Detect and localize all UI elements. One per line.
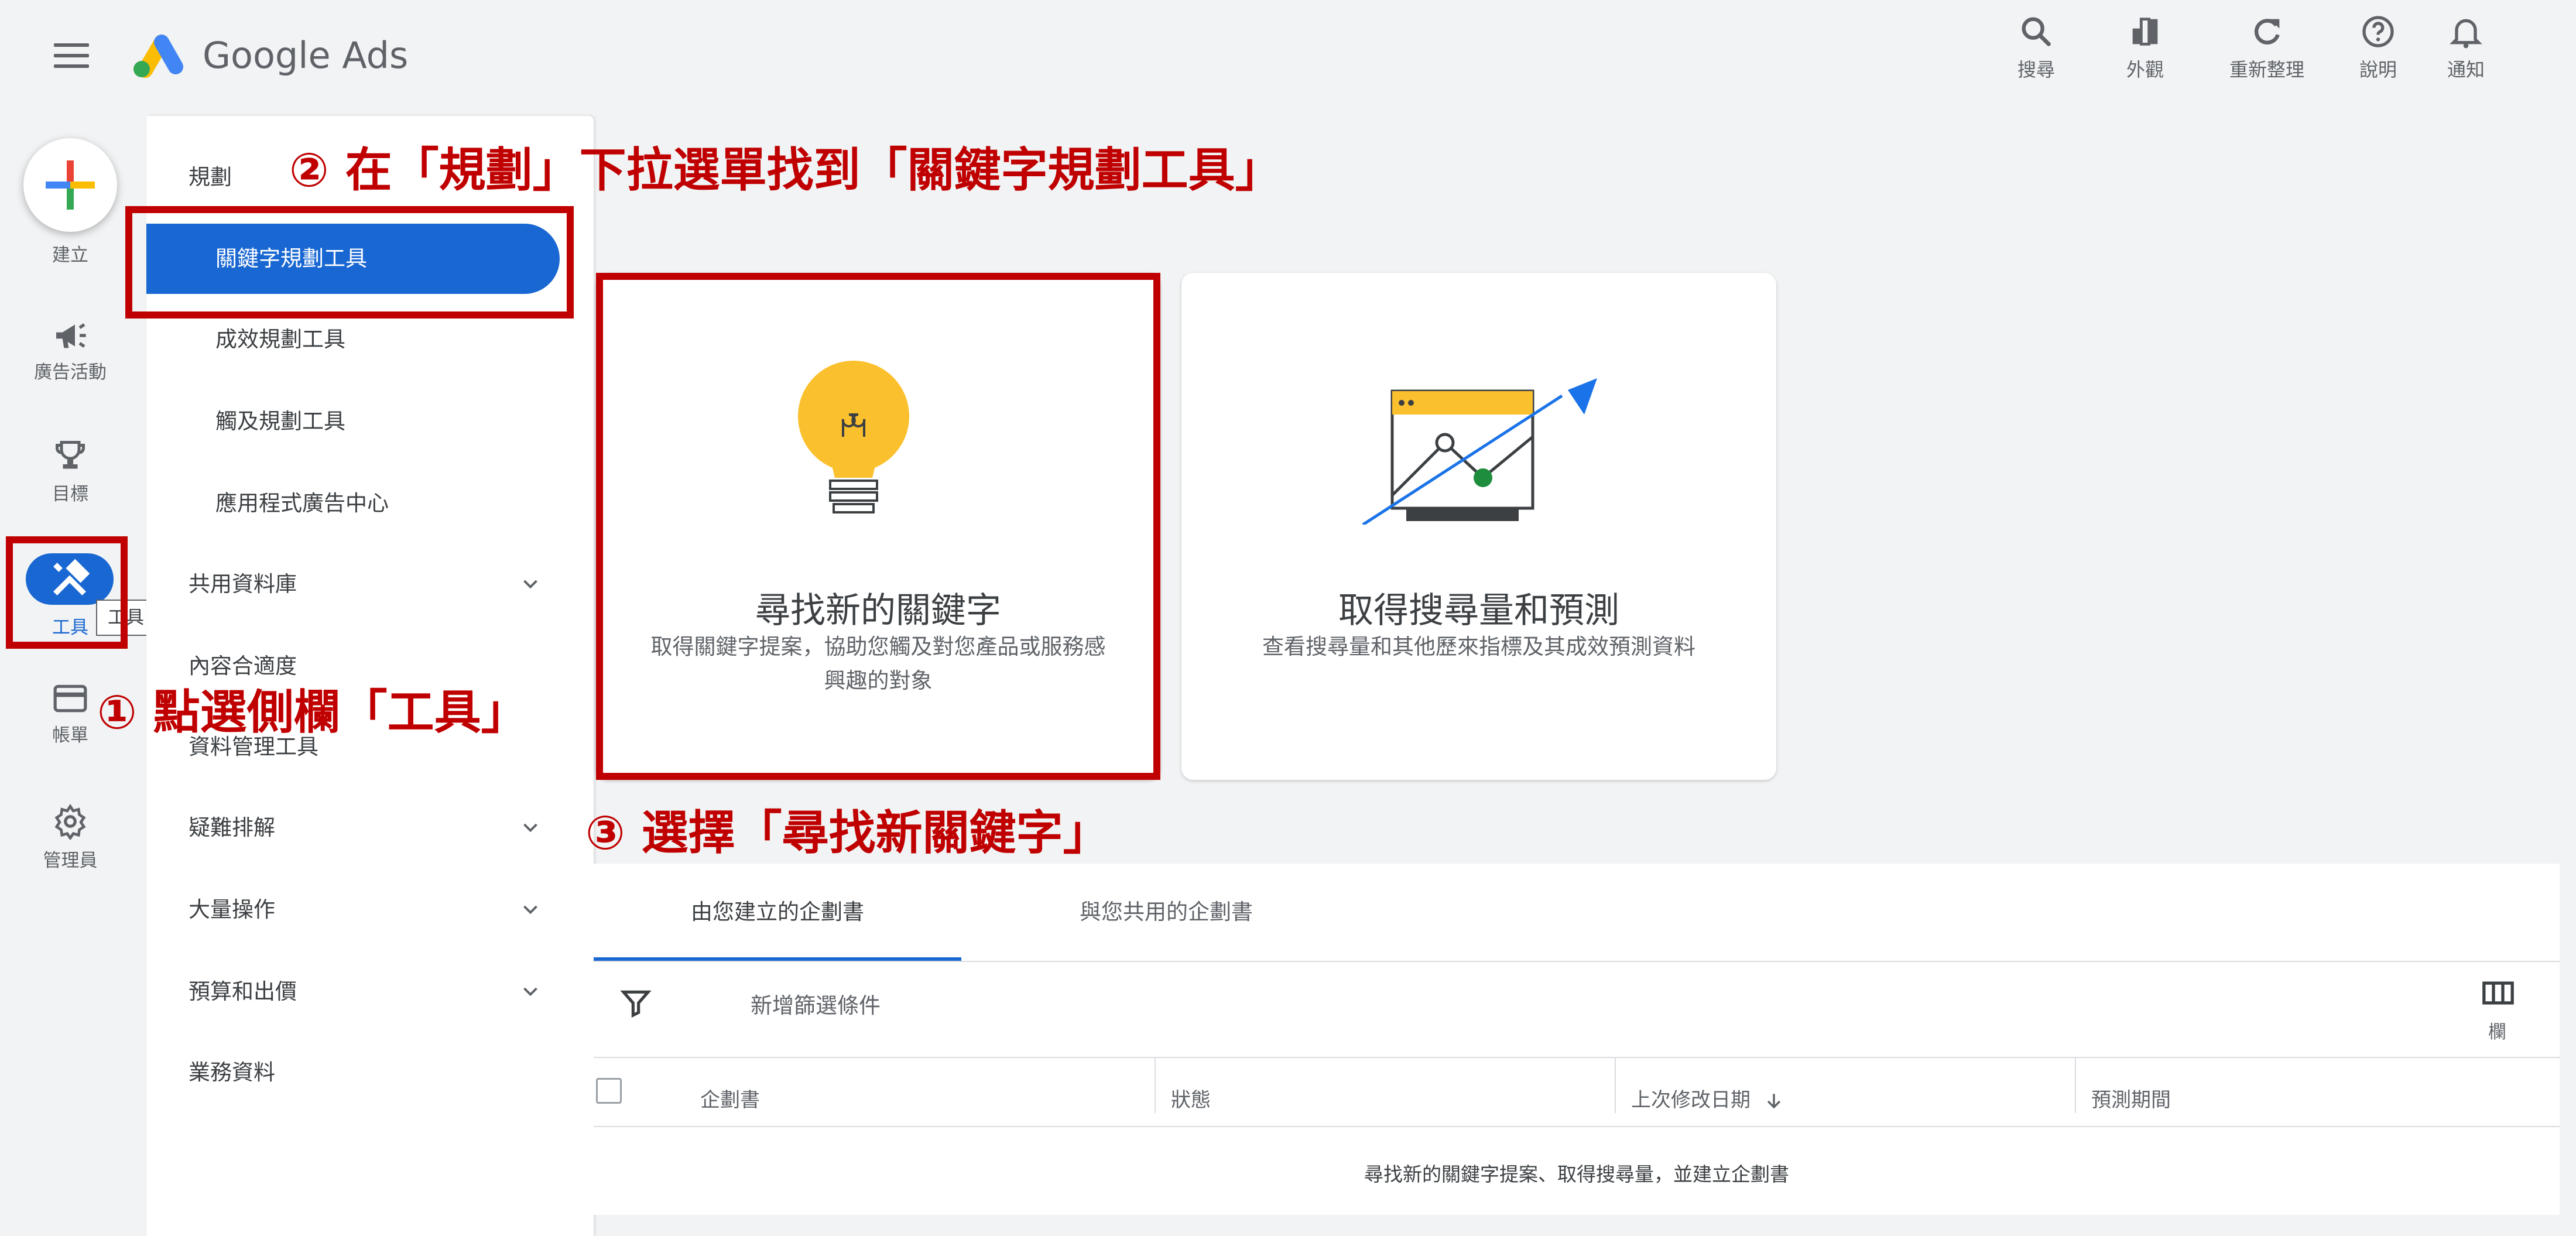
tabs-divider <box>594 961 2560 962</box>
gear-icon <box>54 803 86 841</box>
rail-campaigns[interactable]: 廣告活動 <box>0 320 141 384</box>
refresh-label: 重新整理 <box>2229 59 2304 81</box>
forecast-chart-icon <box>1362 378 1597 525</box>
drawer-section-bulk-actions[interactable]: 大量操作 <box>146 875 594 945</box>
filter-divider <box>594 1057 2560 1058</box>
filter-icon[interactable] <box>619 987 652 1019</box>
drawer-item-reach-planner[interactable]: 觸及規劃工具 <box>146 386 594 457</box>
select-all-checkbox[interactable] <box>596 1078 622 1104</box>
forecast-card-desc: 查看搜尋量和其他歷來指標及其成效預測資料 <box>1262 634 1695 659</box>
budgets-bidding-label: 預算和出價 <box>189 979 297 1004</box>
col-header-forecast-period[interactable]: 預測期間 <box>2091 1084 2171 1112</box>
rail-admin[interactable]: 管理員 <box>0 803 141 872</box>
tab-plans-shared-with-you[interactable]: 與您共用的企劃書 <box>961 864 1371 961</box>
annotation-step-2: ② 在「規劃」下拉選單找到「關鍵字規劃工具」 <box>289 143 1282 197</box>
bell-icon <box>2450 19 2482 49</box>
app-name: Google Ads <box>203 34 409 77</box>
chevron-down-icon <box>523 580 537 589</box>
rail-campaigns-label: 廣告活動 <box>34 362 107 383</box>
credit-card-icon <box>53 684 87 713</box>
create-button[interactable] <box>23 138 117 232</box>
col-separator <box>1155 1057 1156 1113</box>
last-modified-label: 上次修改日期 <box>1631 1088 1751 1112</box>
highlight-discover-card <box>596 273 1160 780</box>
main-menu-button[interactable] <box>54 43 89 68</box>
refresh-button[interactable]: 重新整理 <box>2208 13 2325 89</box>
col-header-last-modified[interactable]: 上次修改日期 <box>1631 1084 1784 1112</box>
drawer-item-app-ads-hub[interactable]: 應用程式廣告中心 <box>146 468 594 539</box>
search-button[interactable]: 搜尋 <box>1978 13 2095 89</box>
arrow-down-icon <box>1767 1093 1780 1108</box>
bulk-actions-label: 大量操作 <box>189 897 275 922</box>
col-header-plan[interactable]: 企劃書 <box>700 1084 760 1112</box>
col-separator <box>1615 1057 1616 1113</box>
rail-goals-label: 目標 <box>52 484 88 505</box>
drawer-section-shared-library[interactable]: 共用資料庫 <box>146 549 594 619</box>
notifications-label: 通知 <box>2447 59 2485 81</box>
chevron-down-icon <box>523 987 537 997</box>
megaphone-icon <box>56 323 86 348</box>
google-ads-logo-icon <box>130 33 186 80</box>
notifications-button[interactable]: 通知 <box>2407 13 2524 89</box>
drawer-section-business-data[interactable]: 業務資料 <box>146 1038 594 1108</box>
col-header-status[interactable]: 狀態 <box>1171 1084 1211 1112</box>
annotation-step-3: ③ 選擇「尋找新關鍵字」 <box>585 806 1110 860</box>
add-filter-button[interactable]: 新增篩選條件 <box>751 988 881 1019</box>
header-divider <box>594 1126 2560 1127</box>
col-separator <box>2075 1057 2076 1113</box>
create-label-wrap: 建立 <box>0 237 141 266</box>
forecast-card-title: 取得搜尋量和預測 <box>1338 590 1619 631</box>
create-label: 建立 <box>52 245 88 266</box>
columns-label: 欄 <box>2488 1022 2506 1043</box>
chevron-down-icon <box>523 823 537 833</box>
trophy-icon <box>56 441 85 469</box>
rail-admin-label: 管理員 <box>43 850 98 871</box>
chevron-down-icon <box>523 905 537 915</box>
appearance-icon <box>2132 18 2158 46</box>
search-label: 搜尋 <box>2017 59 2055 81</box>
shared-library-label: 共用資料庫 <box>189 571 297 597</box>
highlight-keyword-planner <box>125 206 574 319</box>
highlight-tools <box>6 536 128 649</box>
appearance-label: 外觀 <box>2126 59 2164 81</box>
plus-icon-bar <box>46 182 95 189</box>
drawer-section-budgets-bidding[interactable]: 預算和出價 <box>146 957 594 1027</box>
forecast-card[interactable]: 取得搜尋量和預測 查看搜尋量和其他歷來指標及其成效預測資料 <box>1181 273 1776 780</box>
plans-panel: 由您建立的企劃書 與您共用的企劃書 新增篩選條件 欄 企劃書 狀態 上次修改日期… <box>594 864 2560 1215</box>
empty-plans-message: 尋找新的關鍵字提案、取得搜尋量，並建立企劃書 <box>1364 1163 1789 1186</box>
drawer-section-troubleshooting[interactable]: 疑難排解 <box>146 793 594 863</box>
search-icon <box>2022 17 2051 46</box>
troubleshooting-label: 疑難排解 <box>189 815 275 840</box>
appearance-button[interactable]: 外觀 <box>2087 13 2204 89</box>
rail-goals[interactable]: 目標 <box>0 438 141 505</box>
tab-plans-created-by-you[interactable]: 由您建立的企劃書 <box>594 864 961 961</box>
columns-icon[interactable] <box>2481 978 2515 1008</box>
annotation-step-1: ① 點選側欄「工具」 <box>97 685 528 739</box>
refresh-icon <box>2254 19 2280 44</box>
help-icon <box>2362 16 2394 47</box>
